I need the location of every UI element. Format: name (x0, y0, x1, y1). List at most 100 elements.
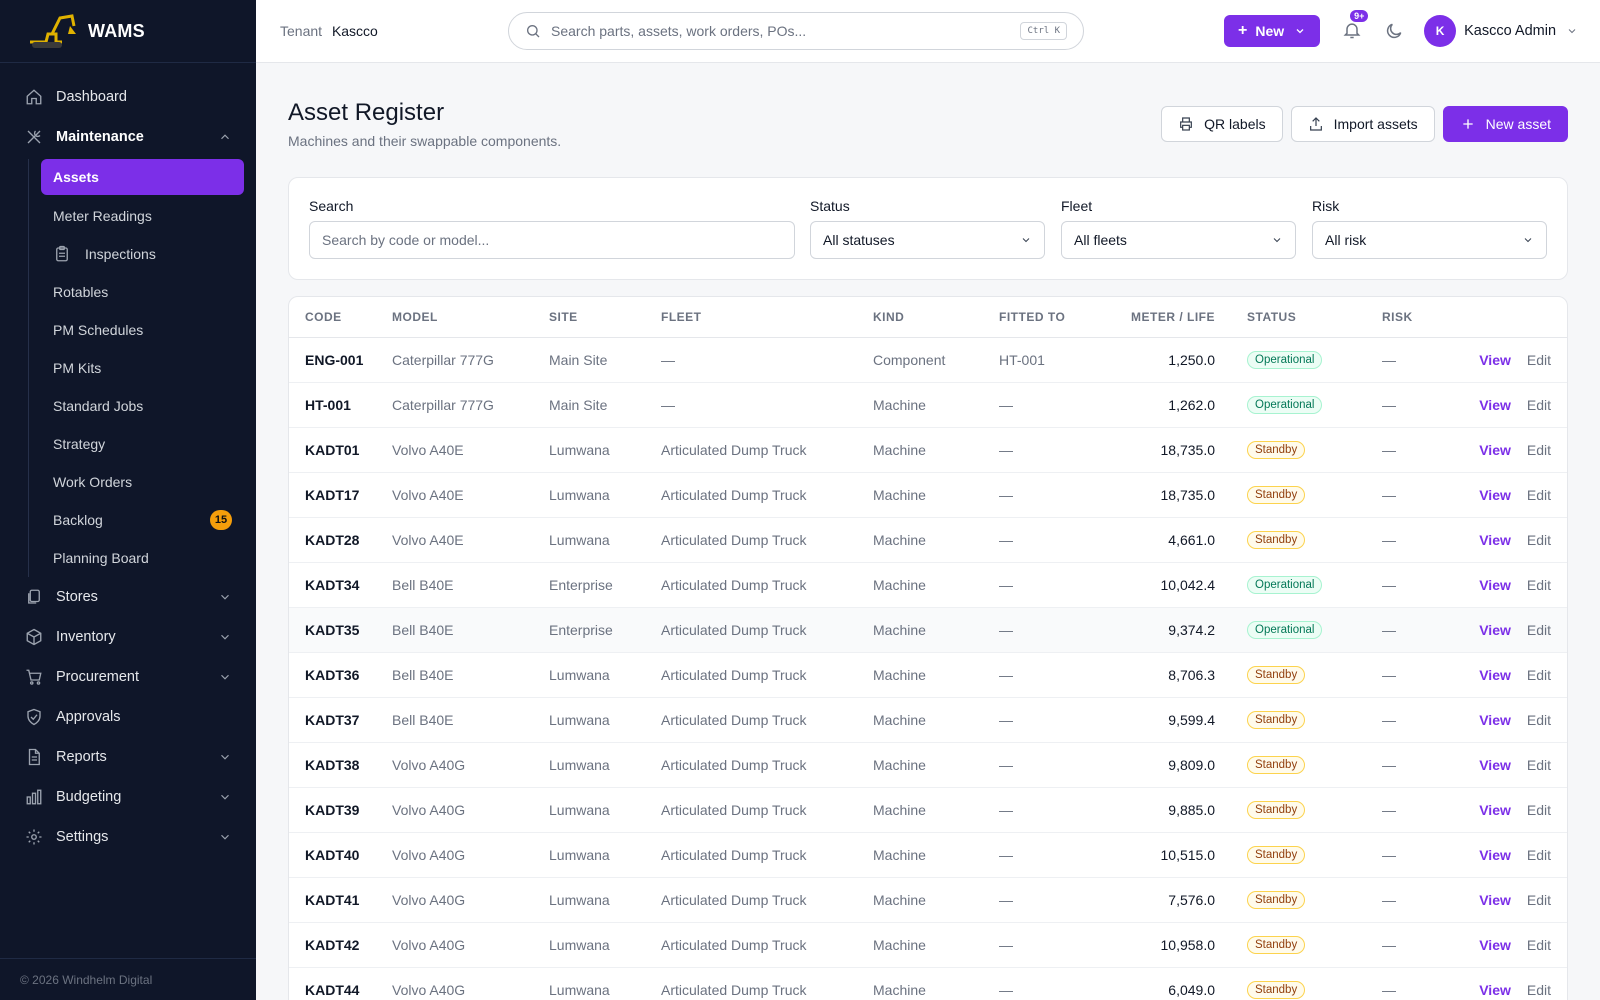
sidebar-item-inventory[interactable]: Inventory (0, 617, 256, 657)
sidebar-item-work-orders[interactable]: Work Orders (41, 463, 244, 501)
risk-select[interactable]: All risk (1312, 221, 1547, 259)
sidebar-item-meter-readings[interactable]: Meter Readings (41, 197, 244, 235)
table-row[interactable]: KADT38 Volvo A40G Lumwana Articulated Dump … (289, 742, 1567, 788)
edit-link[interactable]: Edit (1527, 757, 1551, 773)
col-header-model[interactable]: MODEL (392, 297, 549, 338)
view-link[interactable]: View (1479, 712, 1511, 728)
col-header-meter[interactable]: METER / LIFE (1109, 297, 1247, 338)
edit-link[interactable]: Edit (1527, 442, 1551, 458)
brand[interactable]: WAMS (0, 0, 256, 63)
cell-code[interactable]: KADT35 (289, 607, 392, 653)
sidebar-item-maintenance[interactable]: Maintenance (0, 117, 256, 157)
cell-code[interactable]: KADT39 (289, 787, 392, 833)
view-link[interactable]: View (1479, 352, 1511, 368)
cell-code[interactable]: KADT17 (289, 472, 392, 518)
sidebar-item-stores[interactable]: Stores (0, 577, 256, 617)
sidebar-item-standard-jobs[interactable]: Standard Jobs (41, 387, 244, 425)
cell-code[interactable]: KADT38 (289, 742, 392, 788)
edit-link[interactable]: Edit (1527, 667, 1551, 683)
cell-code[interactable]: KADT34 (289, 562, 392, 608)
view-link[interactable]: View (1479, 487, 1511, 503)
col-header-code[interactable]: CODE (289, 297, 392, 338)
table-row[interactable]: KADT41 Volvo A40G Lumwana Articulated Dump … (289, 877, 1567, 923)
new-asset-button[interactable]: New asset (1442, 106, 1568, 142)
view-link[interactable]: View (1479, 577, 1511, 593)
view-link[interactable]: View (1479, 667, 1511, 683)
table-row[interactable]: ENG-001 Caterpillar 777G Main Site — Compone… (289, 337, 1567, 383)
cell-code[interactable]: KADT41 (289, 877, 392, 923)
sidebar-item-budgeting[interactable]: Budgeting (0, 777, 256, 817)
chevron-down-icon[interactable] (218, 750, 232, 764)
sidebar-item-backlog[interactable]: Backlog 15 (41, 501, 244, 539)
cell-code[interactable]: HT-001 (289, 382, 392, 428)
cell-code[interactable]: KADT36 (289, 652, 392, 698)
sidebar-item-rotables[interactable]: Rotables (41, 273, 244, 311)
col-header-fitted-to[interactable]: FITTED TO (999, 297, 1109, 338)
cell-code[interactable]: KADT42 (289, 922, 392, 968)
table-row[interactable]: KADT17 Volvo A40E Lumwana Articulated Dump … (289, 472, 1567, 518)
cell-code[interactable]: KADT37 (289, 697, 392, 743)
edit-link[interactable]: Edit (1527, 982, 1551, 998)
cell-code[interactable]: KADT44 (289, 967, 392, 1000)
sidebar-item-assets[interactable]: Assets (41, 159, 244, 195)
cell-code[interactable]: KADT28 (289, 517, 392, 563)
fleet-select[interactable]: All fleets (1061, 221, 1296, 259)
edit-link[interactable]: Edit (1527, 802, 1551, 818)
new-button[interactable]: + New (1224, 15, 1321, 47)
table-row[interactable]: KADT36 Bell B40E Lumwana Articulated Dump T… (289, 652, 1567, 698)
chevron-up-icon[interactable] (218, 130, 232, 144)
view-link[interactable]: View (1479, 397, 1511, 413)
import-assets-button[interactable]: Import assets (1290, 106, 1435, 142)
cell-code[interactable]: ENG-001 (289, 337, 392, 383)
view-link[interactable]: View (1479, 532, 1511, 548)
edit-link[interactable]: Edit (1527, 487, 1551, 503)
edit-link[interactable]: Edit (1527, 532, 1551, 548)
global-search-input[interactable]: Search parts, assets, work orders, POs..… (508, 12, 1084, 50)
status-select[interactable]: All statuses (810, 221, 1045, 259)
chevron-down-icon[interactable] (218, 670, 232, 684)
col-header-kind[interactable]: KIND (873, 297, 999, 338)
user-name[interactable]: Kascco Admin (1464, 23, 1556, 39)
sidebar-item-procurement[interactable]: Procurement (0, 657, 256, 697)
chevron-down-icon[interactable] (1566, 25, 1578, 37)
view-link[interactable]: View (1479, 622, 1511, 638)
table-row[interactable]: KADT35 Bell B40E Enterprise Articulated Dum… (289, 607, 1567, 653)
edit-link[interactable]: Edit (1527, 397, 1551, 413)
edit-link[interactable]: Edit (1527, 847, 1551, 863)
col-header-status[interactable]: STATUS (1247, 297, 1382, 338)
sidebar-item-pm-kits[interactable]: PM Kits (41, 349, 244, 387)
table-row[interactable]: KADT42 Volvo A40G Lumwana Articulated Dump … (289, 922, 1567, 968)
sidebar-item-inspections[interactable]: Inspections (41, 235, 244, 273)
table-row[interactable]: KADT34 Bell B40E Enterprise Articulated Dum… (289, 562, 1567, 608)
chevron-down-icon[interactable] (218, 830, 232, 844)
cell-code[interactable]: KADT01 (289, 427, 392, 473)
table-row[interactable]: KADT39 Volvo A40G Lumwana Articulated Dump … (289, 787, 1567, 833)
table-row[interactable]: KADT28 Volvo A40E Lumwana Articulated Dump … (289, 517, 1567, 563)
edit-link[interactable]: Edit (1527, 352, 1551, 368)
sidebar-item-approvals[interactable]: Approvals (0, 697, 256, 737)
table-row[interactable]: KADT40 Volvo A40G Lumwana Articulated Dump … (289, 832, 1567, 878)
asset-search-input[interactable]: Search by code or model... (309, 221, 795, 259)
edit-link[interactable]: Edit (1527, 712, 1551, 728)
sidebar-item-planning-board[interactable]: Planning Board (41, 539, 244, 577)
cell-code[interactable]: KADT40 (289, 832, 392, 878)
view-link[interactable]: View (1479, 847, 1511, 863)
view-link[interactable]: View (1479, 937, 1511, 953)
sidebar-item-dashboard[interactable]: Dashboard (0, 77, 256, 117)
sidebar-item-settings[interactable]: Settings (0, 817, 256, 857)
qr-labels-button[interactable]: QR labels (1161, 106, 1283, 142)
edit-link[interactable]: Edit (1527, 892, 1551, 908)
view-link[interactable]: View (1479, 442, 1511, 458)
sidebar-item-strategy[interactable]: Strategy (41, 425, 244, 463)
avatar[interactable]: K (1424, 15, 1457, 47)
chevron-down-icon[interactable] (218, 590, 232, 604)
edit-link[interactable]: Edit (1527, 577, 1551, 593)
edit-link[interactable]: Edit (1527, 937, 1551, 953)
sidebar-item-reports[interactable]: Reports (0, 737, 256, 777)
view-link[interactable]: View (1479, 982, 1511, 998)
view-link[interactable]: View (1479, 757, 1511, 773)
edit-link[interactable]: Edit (1527, 622, 1551, 638)
table-row[interactable]: KADT44 Volvo A40G Lumwana Articulated Dump … (289, 967, 1567, 1000)
col-header-site[interactable]: SITE (549, 297, 661, 338)
moon-icon[interactable] (1384, 21, 1404, 41)
